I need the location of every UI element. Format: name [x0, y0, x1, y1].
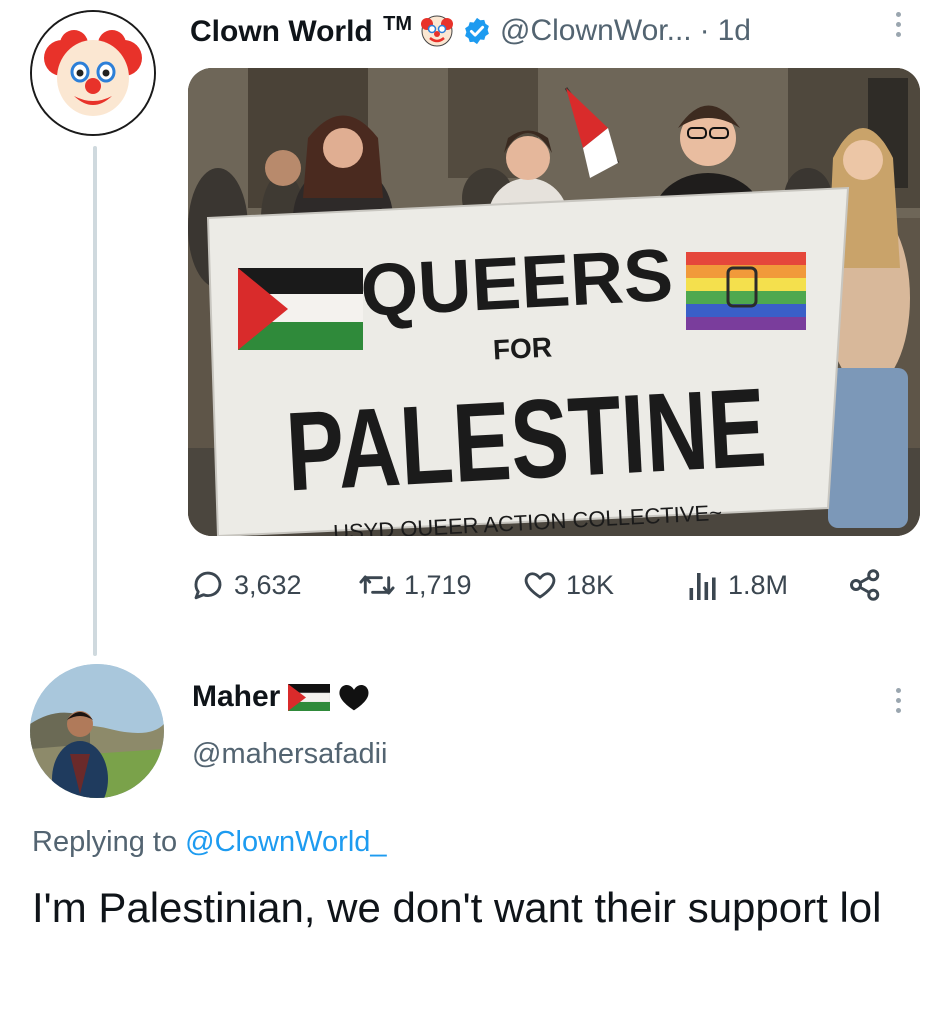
banner-text-for: FOR — [492, 331, 553, 365]
reply-body-text: I'm Palestinian, we don't want their sup… — [32, 884, 882, 931]
share-icon — [850, 569, 880, 601]
banner-text-queers: QUEERS — [358, 233, 674, 332]
reply-button[interactable]: 3,632 — [190, 560, 302, 610]
views-button[interactable]: 1.8M — [686, 560, 788, 610]
trademark-label: TM — [383, 13, 412, 35]
author-avatar[interactable] — [30, 10, 156, 136]
reply-more-options-icon[interactable] — [892, 688, 904, 713]
black-heart-icon — [339, 685, 369, 711]
banner-text-palestine: PALESTINE — [283, 365, 769, 515]
retweet-icon — [359, 575, 395, 595]
thread-connector-line — [93, 146, 97, 656]
reply-author-handle[interactable]: @mahersafadii — [192, 738, 387, 771]
tweet-timestamp[interactable]: 1d — [718, 14, 751, 48]
author-name[interactable]: Clown World TM — [190, 13, 412, 49]
reply-author-avatar[interactable] — [30, 664, 164, 798]
like-button[interactable]: 18K — [522, 560, 614, 610]
view-count: 1.8M — [728, 569, 789, 600]
separator-dot: · — [699, 14, 710, 47]
author-handle[interactable]: @ClownWor... — [500, 14, 692, 48]
verified-badge-icon — [465, 17, 489, 45]
reply-icon — [194, 571, 222, 600]
tweet-header: Clown World TM @ClownWor... · 1d — [190, 6, 751, 56]
like-count: 18K — [566, 569, 615, 600]
palestine-flag-icon — [288, 684, 331, 711]
reply-count: 3,632 — [234, 569, 302, 600]
replying-to-link[interactable]: @ClownWorld_ — [185, 826, 386, 858]
replying-to-prefix: Replying to — [32, 826, 178, 858]
retweet-button[interactable]: 1,719 — [358, 560, 472, 610]
replying-to-line: Replying to @ClownWorld_ — [32, 826, 387, 859]
heart-icon — [524, 572, 556, 599]
reply-author-name-row: Maher — [192, 680, 370, 714]
more-options-icon[interactable] — [892, 12, 904, 37]
clown-emoji-icon — [421, 15, 453, 47]
share-button[interactable] — [846, 560, 884, 610]
reply-author-name[interactable]: Maher — [192, 680, 280, 714]
tweet-photo[interactable]: QUEERS FOR PALESTINE USYD QUEER ACTION C… — [188, 68, 920, 536]
tweet-action-bar: 3,632 1,719 18K 1.8M — [190, 560, 890, 610]
clown-face-icon — [32, 12, 154, 134]
protest-photo-illustration: QUEERS FOR PALESTINE USYD QUEER ACTION C… — [188, 68, 920, 536]
reply-avatar-photo — [30, 664, 164, 798]
retweet-count: 1,719 — [404, 569, 472, 600]
views-chart-icon — [689, 573, 716, 600]
